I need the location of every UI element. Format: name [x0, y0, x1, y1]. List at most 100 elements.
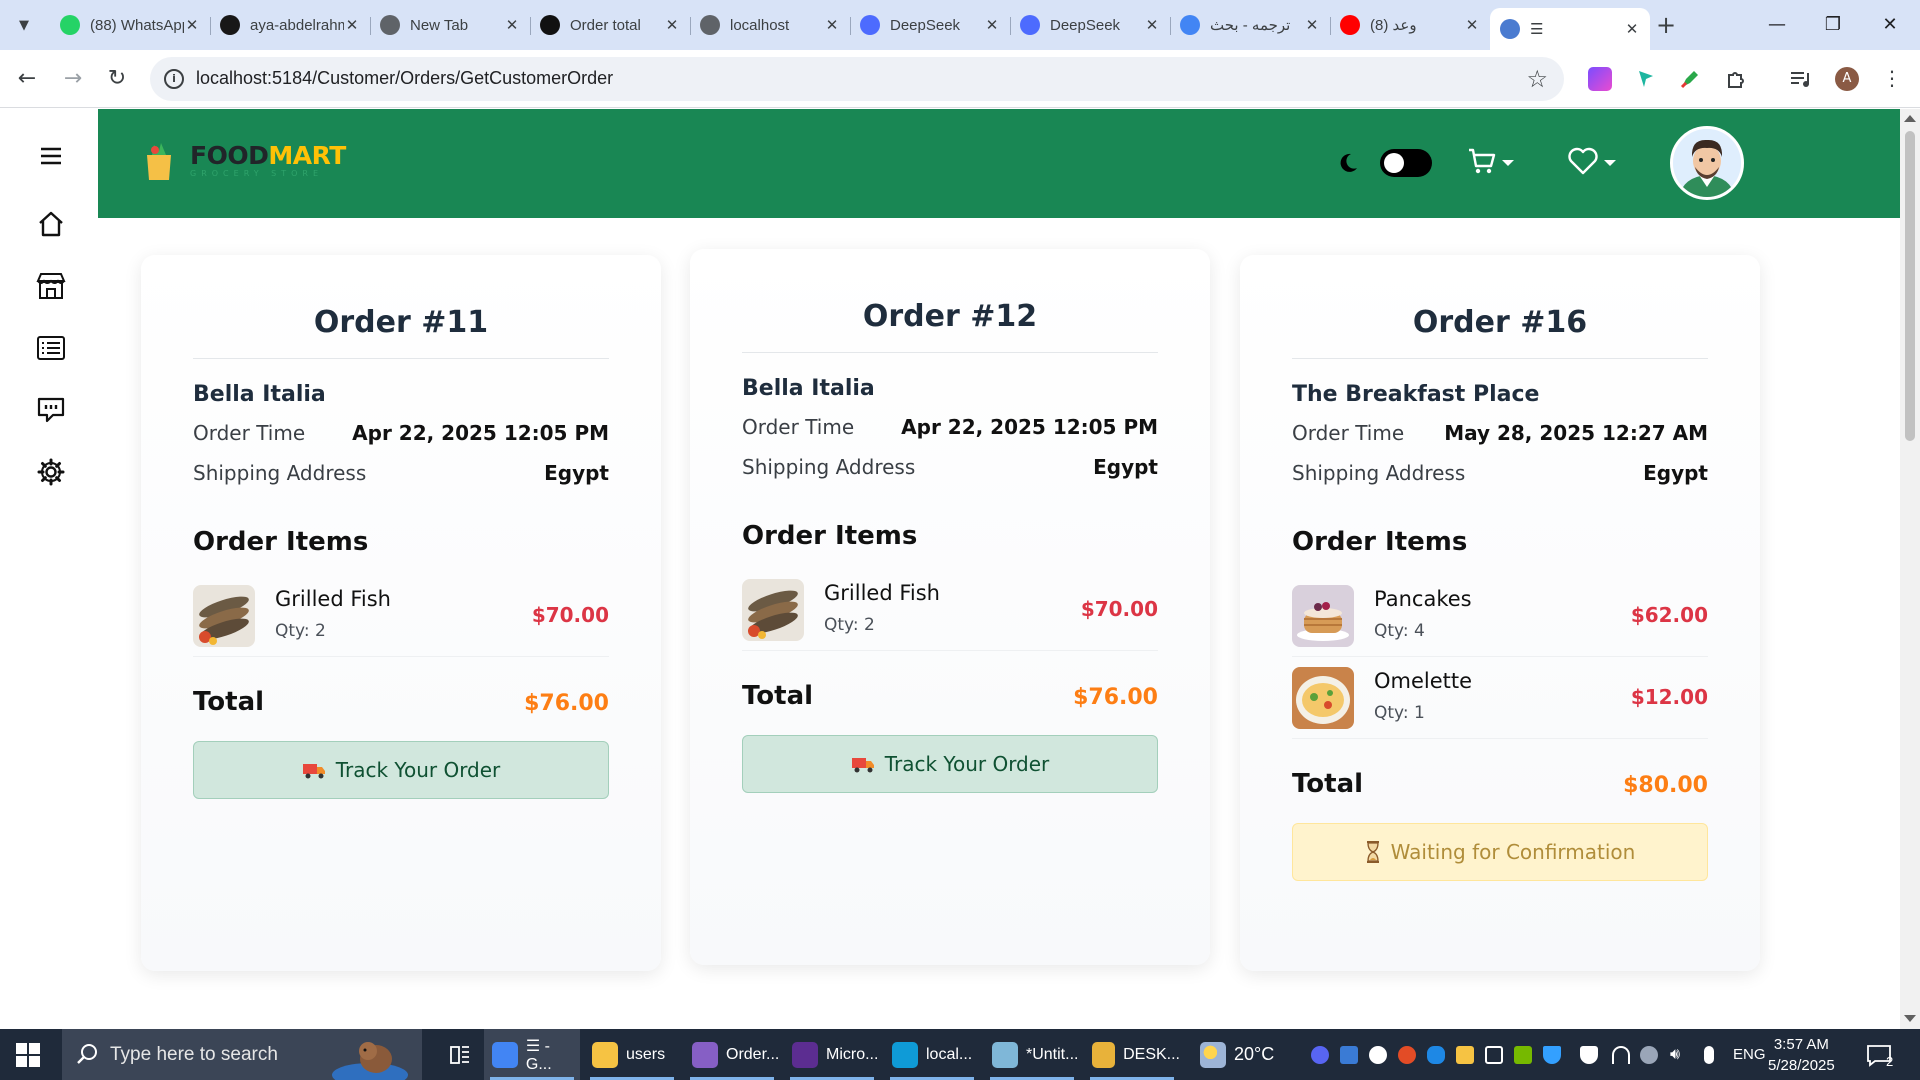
weather-widget[interactable]: 20°C — [1200, 1029, 1274, 1080]
taskbar-app[interactable]: users — [584, 1029, 680, 1080]
orders-list-icon[interactable] — [34, 331, 68, 365]
task-view-icon[interactable] — [440, 1029, 480, 1080]
discord-icon[interactable] — [1311, 1046, 1329, 1064]
bookmark-star-icon[interactable]: ☆ — [1526, 65, 1548, 93]
browser-tab[interactable]: ترجمه - بحث ✕ — [1170, 8, 1330, 42]
shipping-address-label: Shipping Address — [1292, 461, 1466, 485]
cart-dropdown[interactable] — [1468, 147, 1514, 179]
page-scrollbar[interactable] — [1900, 109, 1920, 1029]
taskbar-app[interactable]: local... — [884, 1029, 980, 1080]
cloud-icon[interactable] — [1640, 1046, 1658, 1064]
total-label: Total — [193, 687, 265, 717]
item-name: Grilled Fish — [824, 581, 940, 605]
feedback-chat-icon[interactable] — [34, 393, 68, 427]
chrome-tray-icon[interactable] — [1369, 1046, 1387, 1064]
foodmart-logo[interactable]: FOODMART GROCERY STORE — [144, 141, 346, 181]
close-tab-icon[interactable]: ✕ — [1144, 16, 1160, 34]
browser-tab[interactable]: Order total ✕ — [530, 8, 690, 42]
chrome-tray-icon[interactable] — [1398, 1046, 1416, 1064]
close-tab-icon[interactable]: ✕ — [344, 16, 360, 34]
close-tab-icon[interactable]: ✕ — [664, 16, 680, 34]
site-info-icon[interactable]: i — [164, 69, 184, 89]
security-shield-icon[interactable] — [1580, 1046, 1598, 1064]
media-control-icon[interactable] — [1788, 67, 1812, 91]
close-tab-icon[interactable]: ✕ — [1624, 20, 1640, 38]
item-name: Omelette — [1374, 669, 1473, 693]
track-order-button[interactable]: Track Your Order — [742, 735, 1158, 793]
reload-icon[interactable]: ↻ — [102, 64, 132, 94]
taskbar-app[interactable]: DESK... — [1084, 1029, 1180, 1080]
browser-tab[interactable]: DeepSeek ✕ — [1010, 8, 1170, 42]
close-tab-icon[interactable]: ✕ — [504, 16, 520, 34]
browser-tab[interactable]: ☰ ✕ — [1490, 8, 1650, 50]
scroll-down-arrow-icon[interactable] — [1904, 1015, 1916, 1022]
total-amount: $80.00 — [1623, 773, 1708, 798]
drive-sync-icon[interactable] — [1543, 1046, 1561, 1064]
tab-title: ☰ — [1530, 21, 1544, 38]
extension-pen-icon[interactable] — [1678, 67, 1702, 91]
profile-avatar[interactable]: A — [1835, 67, 1859, 91]
new-tab-button[interactable]: + — [1652, 12, 1680, 40]
taskbar-app[interactable]: Order... — [684, 1029, 780, 1080]
browser-tab[interactable]: aya-abdelrahman✕ — [210, 8, 370, 42]
dark-mode-toggle[interactable] — [1380, 149, 1432, 177]
close-window-button[interactable]: ✕ — [1875, 10, 1905, 40]
total-amount: $76.00 — [1073, 685, 1158, 710]
scrollbar-thumb[interactable] — [1905, 131, 1915, 441]
volume-icon[interactable]: 🔊︎ — [1670, 1046, 1688, 1064]
close-tab-icon[interactable]: ✕ — [984, 16, 1000, 34]
tray-app-icon[interactable] — [1340, 1046, 1358, 1064]
wifi-icon[interactable] — [1612, 1046, 1630, 1064]
restaurant-name: The Breakfast Place — [1292, 382, 1540, 407]
wishlist-dropdown[interactable] — [1568, 147, 1616, 179]
folder-tray-icon[interactable] — [1456, 1046, 1474, 1064]
extension-arrow-icon[interactable] — [1634, 67, 1658, 91]
item-divider — [742, 650, 1158, 651]
microphone-icon[interactable] — [1704, 1046, 1714, 1064]
back-arrow-icon[interactable]: ← — [12, 64, 42, 94]
taskbar-app[interactable]: ☰ - G... — [484, 1029, 580, 1080]
scroll-up-arrow-icon[interactable] — [1904, 115, 1916, 122]
browser-tab[interactable]: (88) WhatsApp ✕ — [50, 8, 210, 42]
track-order-button[interactable]: Track Your Order — [193, 741, 609, 799]
restaurant-name: Bella Italia — [742, 376, 875, 401]
language-indicator[interactable]: ENG — [1733, 1029, 1766, 1080]
total-amount: $76.00 — [524, 691, 609, 716]
taskbar-search-box[interactable]: Type here to search — [62, 1029, 422, 1080]
tab-search-chevron-icon[interactable]: ▼ — [10, 11, 38, 39]
close-tab-icon[interactable]: ✕ — [1304, 16, 1320, 34]
item-name: Grilled Fish — [275, 587, 391, 611]
hamburger-menu-icon[interactable] — [34, 139, 68, 173]
close-tab-icon[interactable]: ✕ — [824, 16, 840, 34]
home-icon[interactable] — [34, 207, 68, 241]
item-quantity: Qty: 2 — [824, 615, 875, 635]
notifications-icon[interactable]: 2 — [1866, 1029, 1893, 1080]
taskbar-app[interactable]: *Untit... — [984, 1029, 1080, 1080]
browser-tab[interactable]: DeepSeek ✕ — [850, 8, 1010, 42]
taskbar-app[interactable]: Micro... — [784, 1029, 880, 1080]
battery-icon[interactable] — [1485, 1046, 1503, 1064]
grilled-fish-image — [193, 585, 255, 647]
maximize-button[interactable]: ❐ — [1818, 10, 1848, 40]
close-tab-icon[interactable]: ✕ — [1464, 16, 1480, 34]
extension-icon[interactable] — [1588, 67, 1612, 91]
windows-start-icon[interactable] — [16, 1043, 40, 1067]
user-avatar[interactable] — [1670, 126, 1744, 200]
browser-tab[interactable]: localhost ✕ — [690, 8, 850, 42]
extensions-puzzle-icon[interactable] — [1724, 67, 1748, 91]
minimize-button[interactable]: — — [1762, 10, 1792, 40]
browser-tab[interactable]: New Tab ✕ — [370, 8, 530, 42]
browser-menu-icon[interactable]: ⋮ — [1880, 67, 1904, 91]
url-text[interactable]: localhost:5184/Customer/Orders/GetCustom… — [196, 68, 613, 89]
store-icon[interactable] — [34, 269, 68, 303]
notification-count: 2 — [1886, 1054, 1894, 1069]
browser-tab[interactable]: (8) وعد ✕ — [1330, 8, 1490, 42]
bluetooth-icon[interactable] — [1427, 1046, 1445, 1064]
shipping-address-label: Shipping Address — [193, 461, 367, 485]
nvidia-icon[interactable] — [1514, 1046, 1532, 1064]
forward-arrow-icon[interactable]: → — [58, 64, 88, 94]
close-tab-icon[interactable]: ✕ — [184, 16, 200, 34]
system-clock[interactable]: 3:57 AM 5/28/2025 — [1768, 1034, 1835, 1076]
address-bar[interactable]: i localhost:5184/Customer/Orders/GetCust… — [150, 57, 1564, 101]
settings-gear-icon[interactable] — [34, 455, 68, 489]
